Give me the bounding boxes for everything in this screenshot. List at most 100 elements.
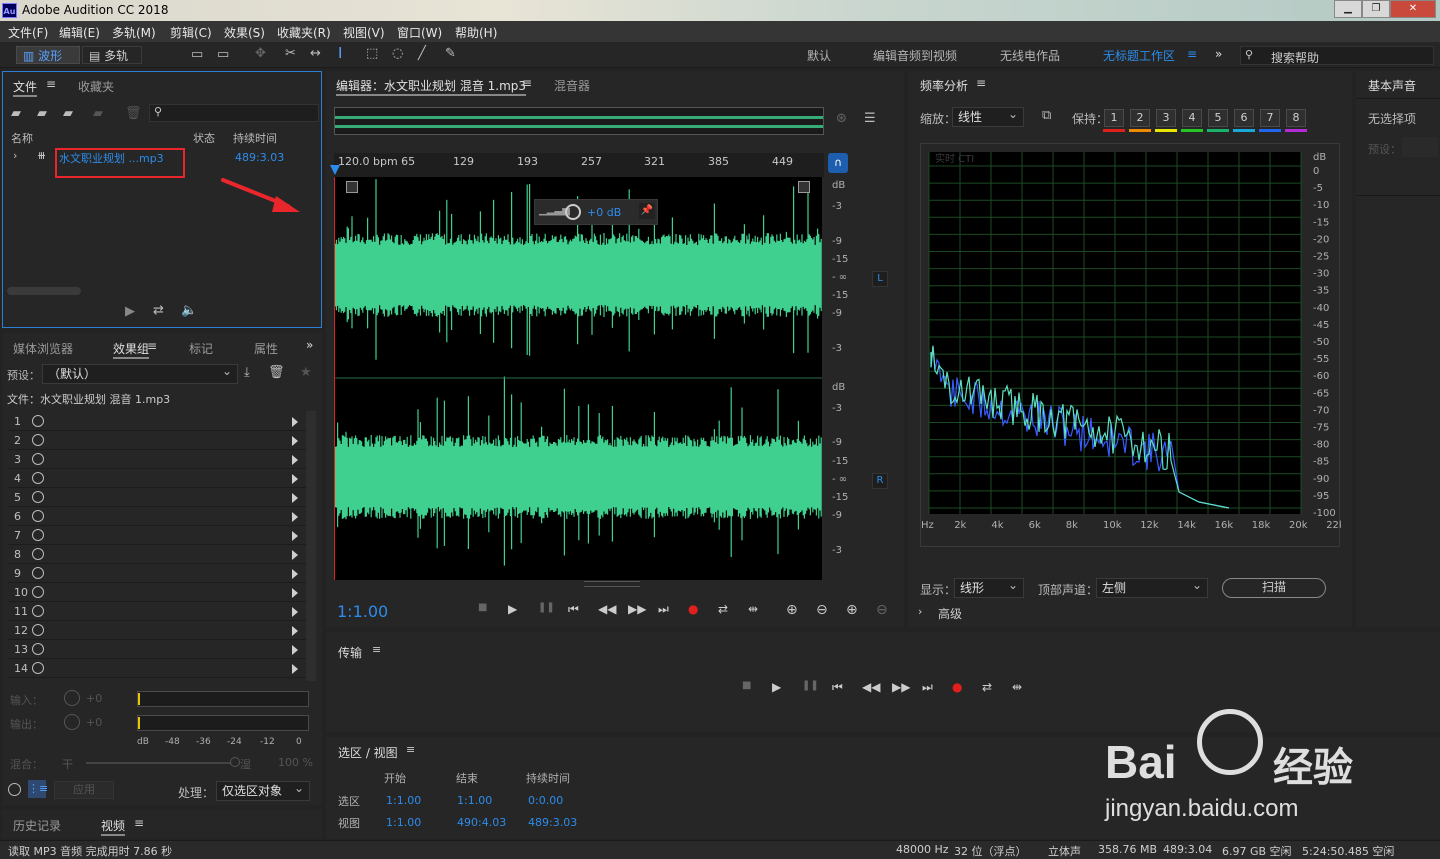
slot-power-icon[interactable] [32, 643, 44, 655]
editor-stop-icon[interactable]: ■ [478, 602, 487, 613]
hold-button-1[interactable]: 1 [1104, 109, 1124, 127]
slot-menu-arrow-icon[interactable] [292, 664, 298, 674]
main-to-start-icon[interactable]: ⏮ [832, 680, 843, 695]
hold-button-4[interactable]: 4 [1182, 109, 1202, 127]
more-workspaces-icon[interactable]: » [1215, 47, 1222, 61]
expand-chevron-icon[interactable]: › [13, 149, 17, 162]
zoom-target-icon[interactable]: ⊛ [836, 111, 847, 126]
freq-menu-icon[interactable]: ≡ [976, 76, 986, 90]
slot-menu-arrow-icon[interactable] [292, 550, 298, 560]
mix-slider[interactable] [86, 757, 240, 767]
slot-menu-arrow-icon[interactable] [292, 474, 298, 484]
process-select[interactable]: 仅选区对象 [216, 779, 310, 801]
hold-button-2[interactable]: 2 [1130, 109, 1150, 127]
brush-tool-icon[interactable]: ╱ [418, 46, 426, 61]
hold-button-7[interactable]: 7 [1260, 109, 1280, 127]
view-end[interactable]: 490:4.03 [457, 816, 506, 829]
main-record-icon[interactable]: ● [952, 680, 962, 694]
import-file-icon[interactable]: ▰ [37, 106, 47, 121]
slot-power-icon[interactable] [32, 662, 44, 674]
tab-media-browser[interactable]: 媒体浏览器 [13, 340, 73, 357]
slip-tool-icon[interactable]: ↔ [310, 46, 321, 61]
freq-graph[interactable]: 实时 CTI dB 0 -5 -10 -15 -20 -25 -30 -35 -40 -45 -50 -5… [921, 144, 1345, 548]
view-duration[interactable]: 489:3.03 [528, 816, 577, 829]
editor-pause-icon[interactable]: ❚❚ [538, 602, 555, 613]
effect-slot[interactable]: 8 [8, 546, 306, 564]
close-button[interactable]: ✕ [1390, 0, 1436, 18]
main-to-end-icon[interactable]: ⏭ [922, 680, 933, 695]
hold-button-6[interactable]: 6 [1234, 109, 1254, 127]
fade-in-handle-icon[interactable] [346, 181, 358, 193]
effect-slot[interactable]: 5 [8, 489, 306, 507]
slot-power-icon[interactable] [32, 415, 44, 427]
tab-editor[interactable]: 编辑器：水文职业规划 混音 1.mp3 [336, 77, 527, 96]
advanced-label[interactable]: 高级 [938, 605, 962, 622]
tab-effects-rack[interactable]: 效果组 [113, 340, 150, 359]
spectral-display-icon[interactable]: ▭ [191, 47, 203, 62]
selection-start[interactable]: 1:1.00 [386, 794, 421, 807]
top-channel-select[interactable]: 左侧 [1096, 576, 1208, 598]
editor-skip-icon[interactable]: ⇹ [748, 602, 758, 616]
move-tool-icon[interactable]: ✥ [255, 46, 266, 61]
hold-button-5[interactable]: 5 [1208, 109, 1228, 127]
selection-duration[interactable]: 0:0.00 [528, 794, 563, 807]
zoom-out-time-icon[interactable]: ⊖ [876, 602, 888, 618]
workspace-radio[interactable]: 无线电作品 [1000, 47, 1060, 64]
slot-menu-arrow-icon[interactable] [292, 645, 298, 655]
video-menu-icon[interactable]: ≡ [134, 816, 144, 830]
menu-effects[interactable]: 效果(S) [224, 24, 265, 41]
effect-slot[interactable]: 11 [8, 603, 306, 621]
waveform-view-button[interactable]: ▥ 波形 [16, 46, 80, 64]
effect-slot[interactable]: 4 [8, 470, 306, 488]
horizontal-zoom-handle[interactable] [584, 581, 640, 587]
selection-menu-icon[interactable]: ≡ [406, 743, 415, 756]
menu-help[interactable]: 帮助(H) [455, 24, 497, 41]
spot-healing-icon[interactable]: ✎ [445, 46, 456, 61]
slot-menu-arrow-icon[interactable] [292, 455, 298, 465]
main-skip-icon[interactable]: ⇹ [1012, 680, 1022, 694]
effect-slot[interactable]: 6 [8, 508, 306, 526]
menu-edit[interactable]: 编辑(E) [59, 24, 100, 41]
slot-power-icon[interactable] [32, 529, 44, 541]
slot-menu-arrow-icon[interactable] [292, 512, 298, 522]
slot-menu-arrow-icon[interactable] [292, 626, 298, 636]
menu-window[interactable]: 窗口(W) [397, 24, 442, 41]
menu-view[interactable]: 视图(V) [343, 24, 385, 41]
slot-power-icon[interactable] [32, 624, 44, 636]
channel-right-toggle[interactable]: R [872, 473, 888, 489]
more-tabs-icon[interactable]: » [306, 338, 313, 352]
editor-to-start-icon[interactable]: ⏮ [568, 602, 579, 617]
workspace-untitled[interactable]: 无标题工作区 [1103, 47, 1175, 64]
slot-power-icon[interactable] [32, 605, 44, 617]
effect-slot[interactable]: 1 [8, 413, 306, 431]
multitrack-view-button[interactable]: ▤ 多轨 [82, 46, 142, 64]
zoom-select[interactable]: 线性 [952, 105, 1024, 127]
effect-slot[interactable]: 12 [8, 622, 306, 640]
slot-menu-arrow-icon[interactable] [292, 569, 298, 579]
slot-power-icon[interactable] [32, 491, 44, 503]
effect-slot[interactable]: 13 [8, 641, 306, 659]
main-play-icon[interactable]: ▶ [772, 680, 781, 694]
minimize-button[interactable]: ▁ [1334, 0, 1362, 18]
hold-button-8[interactable]: 8 [1286, 109, 1306, 127]
tab-properties[interactable]: 属性 [254, 340, 278, 357]
lasso-tool-icon[interactable]: ◌ [392, 46, 403, 61]
workspace-edit-video[interactable]: 编辑音频到视频 [873, 47, 957, 64]
overview-navigator[interactable] [334, 107, 824, 135]
main-pause-icon[interactable]: ❚❚ [802, 680, 819, 691]
effect-slot[interactable]: 2 [8, 432, 306, 450]
menu-multitrack[interactable]: 多轨(M) [112, 24, 156, 41]
play-file-icon[interactable]: ▶ [125, 304, 135, 319]
editor-loop-icon[interactable]: ⇄ [718, 602, 728, 616]
effects-menu-icon[interactable]: ≡ [147, 339, 157, 353]
tab-mixer[interactable]: 混音器 [554, 77, 590, 94]
tab-history[interactable]: 历史记录 [13, 817, 61, 834]
zoom-in-amp-icon[interactable]: ⊕ [786, 602, 798, 618]
editor-menu-icon[interactable]: ≡ [522, 76, 532, 90]
effect-slot[interactable]: 7 [8, 527, 306, 545]
zoom-in-time-icon[interactable]: ⊕ [846, 602, 858, 618]
razor-tool-icon[interactable]: ✂ [285, 46, 296, 61]
main-loop-icon[interactable]: ⇄ [982, 680, 992, 694]
editor-to-end-icon[interactable]: ⏭ [658, 602, 669, 617]
editor-fast-forward-icon[interactable]: ▶▶ [628, 602, 646, 616]
